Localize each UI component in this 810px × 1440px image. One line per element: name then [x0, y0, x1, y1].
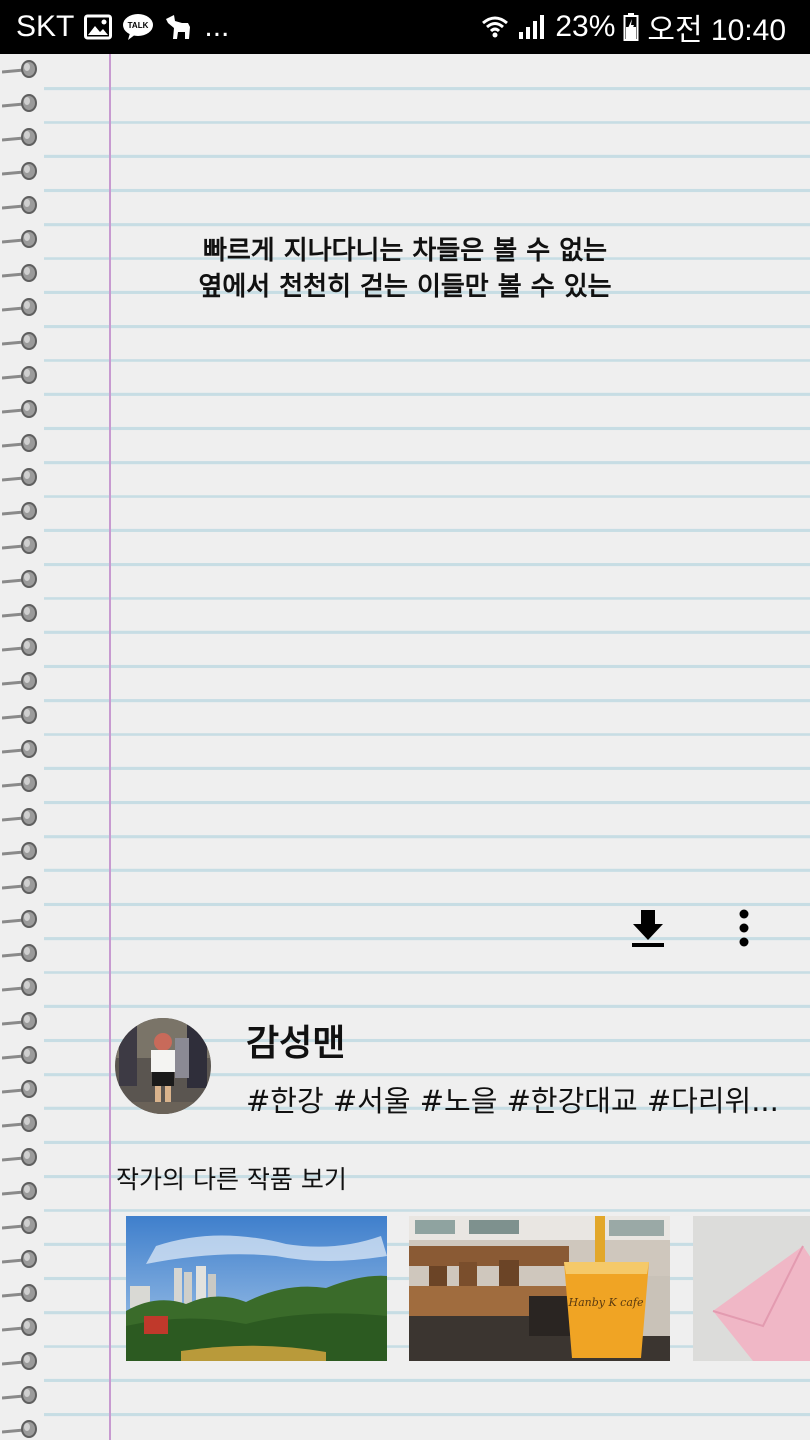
- more-vert-icon[interactable]: [722, 904, 766, 952]
- download-icon[interactable]: [624, 904, 672, 952]
- spiral-ring: [2, 434, 37, 452]
- spiral-ring: [2, 94, 37, 112]
- gallery-icon: [84, 14, 113, 40]
- spiral-ring: [2, 1182, 37, 1200]
- spiral-ring: [2, 944, 37, 962]
- spiral-ring: [2, 672, 37, 690]
- spiral-ring: [2, 502, 37, 520]
- spiral-ring: [2, 1012, 37, 1030]
- status-bar: SKT TALK ... 23% 오전 10:40: [0, 0, 810, 54]
- spiral-ring: [2, 468, 37, 486]
- svg-text:TALK: TALK: [128, 21, 149, 30]
- spiral-ring: [2, 1148, 37, 1166]
- spiral-ring: [2, 264, 37, 282]
- signal-icon: [517, 14, 547, 40]
- hashtags[interactable]: #한강 #서울 #노을 #한강대교 #다리위...: [246, 1078, 806, 1120]
- spiral-ring: [2, 876, 37, 894]
- carrier-label: SKT: [16, 10, 75, 43]
- dog-icon: [164, 13, 194, 41]
- spiral-ring: [2, 60, 37, 78]
- spiral-ring: [2, 1318, 37, 1336]
- spiral-ring: [2, 1386, 37, 1404]
- kakaotalk-icon: TALK: [122, 13, 154, 41]
- spiral-ring: [2, 196, 37, 214]
- battery-percent: 23%: [555, 10, 616, 43]
- spiral-ring: [2, 128, 37, 146]
- spiral-ring: [2, 1080, 37, 1098]
- spiral-ring: [2, 1114, 37, 1132]
- battery-icon: [623, 13, 639, 41]
- spiral-ring: [2, 740, 37, 758]
- pink-envelope-photo[interactable]: [693, 1216, 810, 1361]
- clock: 오전 10:40: [647, 14, 786, 47]
- post-quote: 빠르게 지나다니는 차들은 볼 수 없는 옆에서 천천히 걷는 이들만 볼 수 …: [170, 233, 670, 305]
- spiral-ring: [2, 332, 37, 350]
- spiral-ring: [2, 1284, 37, 1302]
- spiral-ring: [2, 536, 37, 554]
- spiral-ring: [2, 162, 37, 180]
- spiral-ring: [2, 604, 37, 622]
- spiral-ring: [2, 842, 37, 860]
- margin-line: [109, 54, 111, 1440]
- spiral-ring: [2, 706, 37, 724]
- overflow-label: ...: [204, 10, 230, 43]
- spiral-ring: [2, 1046, 37, 1064]
- author-name[interactable]: 감성맨: [246, 1014, 345, 1066]
- spiral-binding: [0, 54, 44, 1440]
- notebook-page: SKT TALK ... 23% 오전 10:40 빠르게 지나다니는 차들은 …: [0, 0, 810, 1440]
- avatar[interactable]: [115, 1018, 211, 1114]
- svg-text:Hanby K cafe: Hanby K cafe: [567, 1296, 643, 1309]
- park-photo[interactable]: [126, 1216, 387, 1361]
- spiral-ring: [2, 230, 37, 248]
- spiral-ring: [2, 978, 37, 996]
- spiral-ring: [2, 774, 37, 792]
- spiral-ring: [2, 910, 37, 928]
- spiral-ring: [2, 366, 37, 384]
- more-works-title: 작가의 다른 작품 보기: [116, 1165, 347, 1194]
- spiral-ring: [2, 570, 37, 588]
- quote-line: 빠르게 지나다니는 차들은 볼 수 없는: [202, 236, 608, 266]
- spiral-ring: [2, 1420, 37, 1438]
- quote-line: 옆에서 천천히 걷는 이들만 볼 수 있는: [198, 272, 612, 302]
- wifi-icon: [481, 14, 509, 40]
- spiral-ring: [2, 298, 37, 316]
- spiral-ring: [2, 1216, 37, 1234]
- spiral-ring: [2, 1352, 37, 1370]
- spiral-ring: [2, 638, 37, 656]
- cafe-drink-photo[interactable]: Hanby K cafe: [409, 1216, 670, 1361]
- spiral-ring: [2, 1250, 37, 1268]
- spiral-ring: [2, 400, 37, 418]
- spiral-ring: [2, 808, 37, 826]
